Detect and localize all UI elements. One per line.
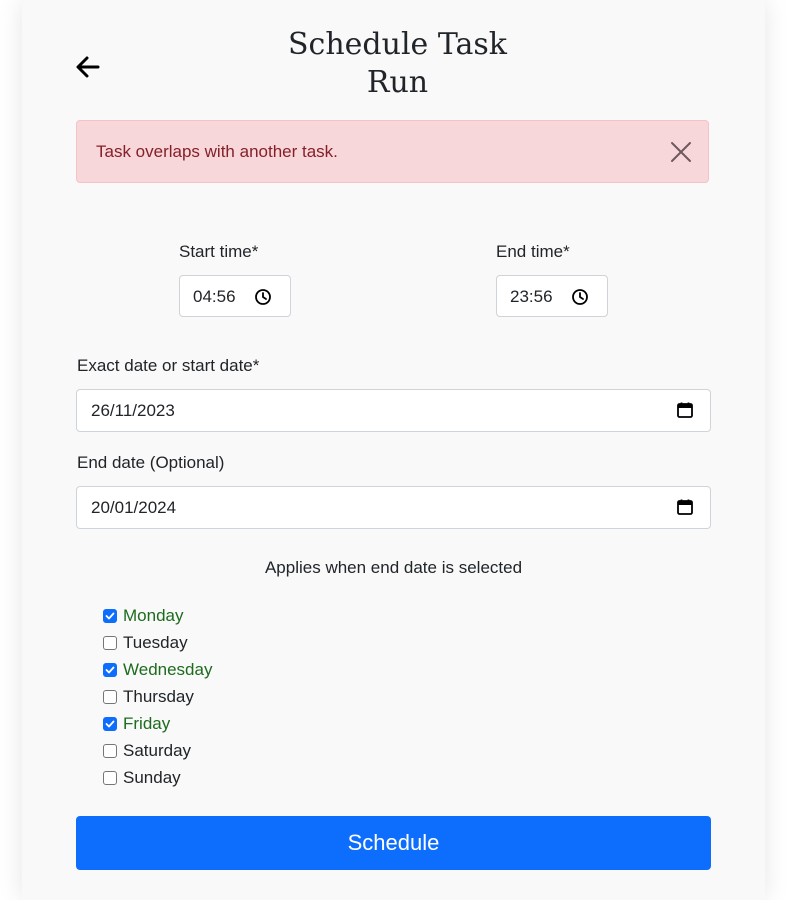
day-item-monday: Monday <box>103 602 212 629</box>
schedule-button[interactable]: Schedule <box>76 816 711 870</box>
day-checkbox[interactable] <box>103 770 117 785</box>
start-time-label: Start time* <box>179 242 259 261</box>
day-label: Friday <box>123 713 171 733</box>
start-date-label: Exact date or start date* <box>77 356 260 375</box>
end-time-input[interactable]: 23:56 <box>496 275 608 317</box>
applies-note: Applies when end date is selected <box>264 558 523 577</box>
day-label: Tuesday <box>123 632 188 652</box>
clock-icon[interactable] <box>254 288 272 306</box>
day-item-tuesday: Tuesday <box>103 629 212 656</box>
day-item-thursday: Thursday <box>103 683 212 710</box>
day-checkbox[interactable] <box>103 662 117 677</box>
alert-close-button[interactable] <box>670 141 692 163</box>
day-checkbox[interactable] <box>103 635 117 650</box>
calendar-icon[interactable] <box>676 498 694 516</box>
close-icon <box>671 142 691 162</box>
check-icon <box>105 720 115 727</box>
day-item-saturday: Saturday <box>103 737 212 764</box>
day-label: Saturday <box>123 740 192 760</box>
end-date-input[interactable]: 20/01/2024 <box>76 486 711 529</box>
end-time-value: 23:56 <box>510 287 553 306</box>
day-label: Thursday <box>123 686 194 706</box>
day-checkbox[interactable] <box>103 608 117 623</box>
page-title: Schedule Task Run <box>0 26 795 102</box>
start-date-input[interactable]: 26/11/2023 <box>76 389 711 432</box>
end-date-value: 20/01/2024 <box>91 498 177 517</box>
day-label: Sunday <box>123 767 181 787</box>
day-item-wednesday: Wednesday <box>103 656 212 683</box>
alert-message: Task overlaps with another task. <box>96 142 338 161</box>
day-label: Monday <box>123 605 184 625</box>
day-checkbox[interactable] <box>103 743 117 758</box>
calendar-icon[interactable] <box>676 401 694 419</box>
weekday-list: Monday Tuesday Wednesday Thursday Friday… <box>103 602 212 791</box>
check-icon <box>105 666 115 673</box>
end-date-label: End date (Optional) <box>77 453 225 472</box>
day-checkbox[interactable] <box>103 689 117 704</box>
day-item-sunday: Sunday <box>103 764 212 791</box>
start-time-input[interactable]: 04:56 <box>179 275 291 317</box>
day-label: Wednesday <box>123 659 213 679</box>
page-title-line1: Schedule Task <box>288 27 507 62</box>
clock-icon[interactable] <box>571 288 589 306</box>
start-date-value: 26/11/2023 <box>91 401 175 420</box>
overlap-alert: Task overlaps with another task. <box>76 120 709 183</box>
page-title-line2: Run <box>366 65 429 100</box>
day-checkbox[interactable] <box>103 716 117 731</box>
check-icon <box>105 612 115 619</box>
start-time-value: 04:56 <box>193 287 236 306</box>
end-time-label: End time* <box>496 242 570 261</box>
day-item-friday: Friday <box>103 710 212 737</box>
